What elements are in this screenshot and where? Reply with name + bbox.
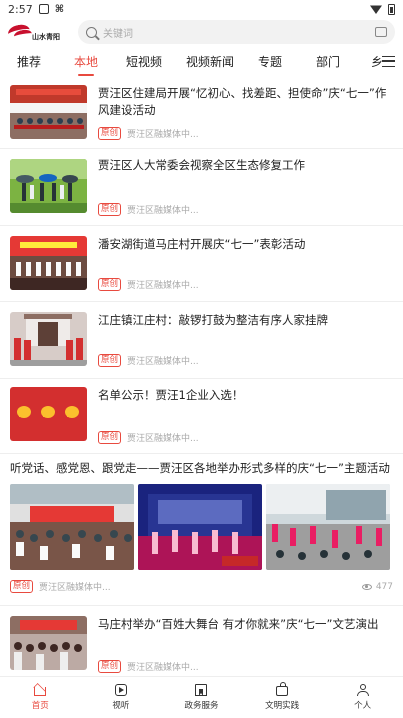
menu-icon[interactable]: [382, 56, 395, 67]
news-meta: 原创 贾汪区融媒体中... 477: [10, 580, 393, 593]
logo-text: 山水青阳: [32, 33, 60, 41]
original-badge: 原创: [98, 431, 122, 444]
notification-icon: [38, 4, 49, 14]
nav-label: 文明实践: [265, 701, 300, 711]
news-source: 贾汪区融媒体中...: [127, 663, 199, 673]
tab-topics[interactable]: 专题: [250, 46, 290, 79]
list-item[interactable]: 贾汪区人大常委会视察全区生态修复工作 原创 贾汪区融媒体中...: [0, 149, 403, 226]
tab-local[interactable]: 本地: [54, 46, 118, 79]
thumbnail: [10, 159, 87, 213]
tab-recommend[interactable]: 推荐: [4, 46, 54, 79]
gallery-image: [10, 484, 134, 570]
news-title: 潘安湖街道马庄村开展庆“七一”表彰活动: [98, 237, 306, 251]
original-badge: 原创: [98, 127, 122, 140]
list-item[interactable]: 江庄镇江庄村：敲锣打鼓为整洁有序人家挂牌 原创 贾汪区融媒体中...: [0, 302, 403, 379]
search-input[interactable]: 关键词: [78, 20, 395, 44]
thumbnail: [10, 616, 87, 670]
view-count: 477: [361, 581, 393, 592]
search-placeholder: 关键词: [103, 28, 133, 40]
thumbnail: [10, 236, 87, 290]
notification-icon: ⌘: [54, 3, 64, 15]
user-icon: [356, 684, 369, 696]
status-bar: 2:57 ⌘: [0, 0, 403, 18]
thumbnail: [10, 312, 87, 366]
list-item[interactable]: 名单公示！贾汪1企业入选！ 原创 贾汪区融媒体中...: [0, 379, 403, 454]
news-meta: 原创 贾汪区融媒体中...: [98, 431, 199, 444]
news-source: 贾汪区融媒体中...: [127, 357, 199, 367]
nav-home[interactable]: 首页: [0, 677, 81, 718]
news-source: 贾汪区融媒体中...: [127, 434, 199, 444]
home-icon: [34, 687, 47, 696]
app-logo[interactable]: 山水青阳: [6, 19, 72, 45]
bookmark-icon: [195, 684, 208, 696]
nav-label: 政务服务: [184, 701, 219, 711]
news-title: 江庄镇江庄村：敲锣打鼓为整洁有序人家挂牌: [98, 313, 328, 327]
status-time: 2:57: [8, 2, 33, 16]
news-source: 贾汪区融媒体中...: [127, 130, 199, 140]
news-title: 马庄村举办“百姓大舞台 有才你就来”庆“七一”文艺演出: [98, 617, 379, 631]
list-item[interactable]: 贾汪区住建局开展“忆初心、找差距、担使命”庆“七一”作风建设活动 原创 贾汪区融…: [0, 79, 403, 149]
news-title: 贾汪区住建局开展“忆初心、找差距、担使命”庆“七一”作风建设活动: [98, 86, 387, 117]
original-badge: 原创: [98, 203, 122, 216]
news-meta: 原创 贾汪区融媒体中...: [98, 127, 199, 140]
play-icon: [114, 684, 127, 696]
tab-short-video[interactable]: 短视频: [118, 46, 170, 79]
news-title: 名单公示！贾汪1企业入选！: [98, 388, 244, 402]
gallery-item[interactable]: 听党话、感党恩、跟党走——贾汪区各地举办形式多样的庆“七一”主题活动 原创 贾汪…: [0, 454, 403, 606]
gallery-image: [138, 484, 262, 570]
eye-icon: [361, 583, 372, 590]
bag-icon: [276, 682, 289, 696]
list-item[interactable]: 马庄村举办“百姓大舞台 有才你就来”庆“七一”文艺演出 原创 贾汪区融媒体中..…: [0, 606, 403, 678]
original-badge: 原创: [98, 660, 122, 673]
news-source: 贾汪区融媒体中...: [127, 206, 199, 216]
original-badge: 原创: [98, 278, 122, 291]
nav-label: 首页: [31, 701, 49, 711]
tab-video-news[interactable]: 视频新闻: [170, 46, 250, 79]
news-meta: 原创 贾汪区融媒体中...: [98, 203, 199, 216]
list-item[interactable]: 潘安湖街道马庄村开展庆“七一”表彰活动 原创 贾汪区融媒体中...: [0, 226, 403, 302]
nav-government-services[interactable]: 政务服务: [161, 677, 242, 718]
wifi-icon: [370, 5, 382, 14]
news-meta: 原创 贾汪区融媒体中...: [98, 278, 199, 291]
nav-label: 视听: [112, 701, 130, 711]
nav-audiovisual[interactable]: 视听: [81, 677, 162, 718]
battery-icon: [388, 3, 395, 15]
original-badge: 原创: [10, 580, 34, 593]
news-title: 听党话、感党恩、跟党走——贾汪区各地举办形式多样的庆“七一”主题活动: [10, 461, 390, 475]
news-meta: 原创 贾汪区融媒体中...: [98, 354, 199, 367]
logo-icon: [6, 21, 34, 43]
bottom-navigation: 首页 视听 政务服务 文明实践 个人: [0, 676, 403, 718]
gallery-image: [266, 484, 390, 570]
gallery-images: [10, 484, 395, 570]
news-title: 贾汪区人大常委会视察全区生态修复工作: [98, 158, 305, 172]
nav-label: 个人: [354, 701, 372, 711]
top-bar: 山水青阳 关键词: [0, 18, 403, 46]
news-meta: 原创 贾汪区融媒体中...: [98, 660, 199, 673]
thumbnail: [10, 85, 87, 139]
view-count-value: 477: [375, 581, 393, 592]
news-source: 贾汪区融媒体中...: [39, 583, 111, 593]
search-icon: [86, 26, 97, 38]
thumbnail: [10, 387, 87, 441]
tab-departments[interactable]: 部门: [290, 46, 366, 79]
nav-civilization-practice[interactable]: 文明实践: [242, 677, 323, 718]
channel-tabs: 推荐 本地 短视频 视频新闻 专题 部门 乡: [0, 46, 403, 79]
news-source: 贾汪区融媒体中...: [127, 281, 199, 291]
nav-profile[interactable]: 个人: [322, 677, 403, 718]
scan-icon[interactable]: [375, 27, 387, 37]
original-badge: 原创: [98, 354, 122, 367]
